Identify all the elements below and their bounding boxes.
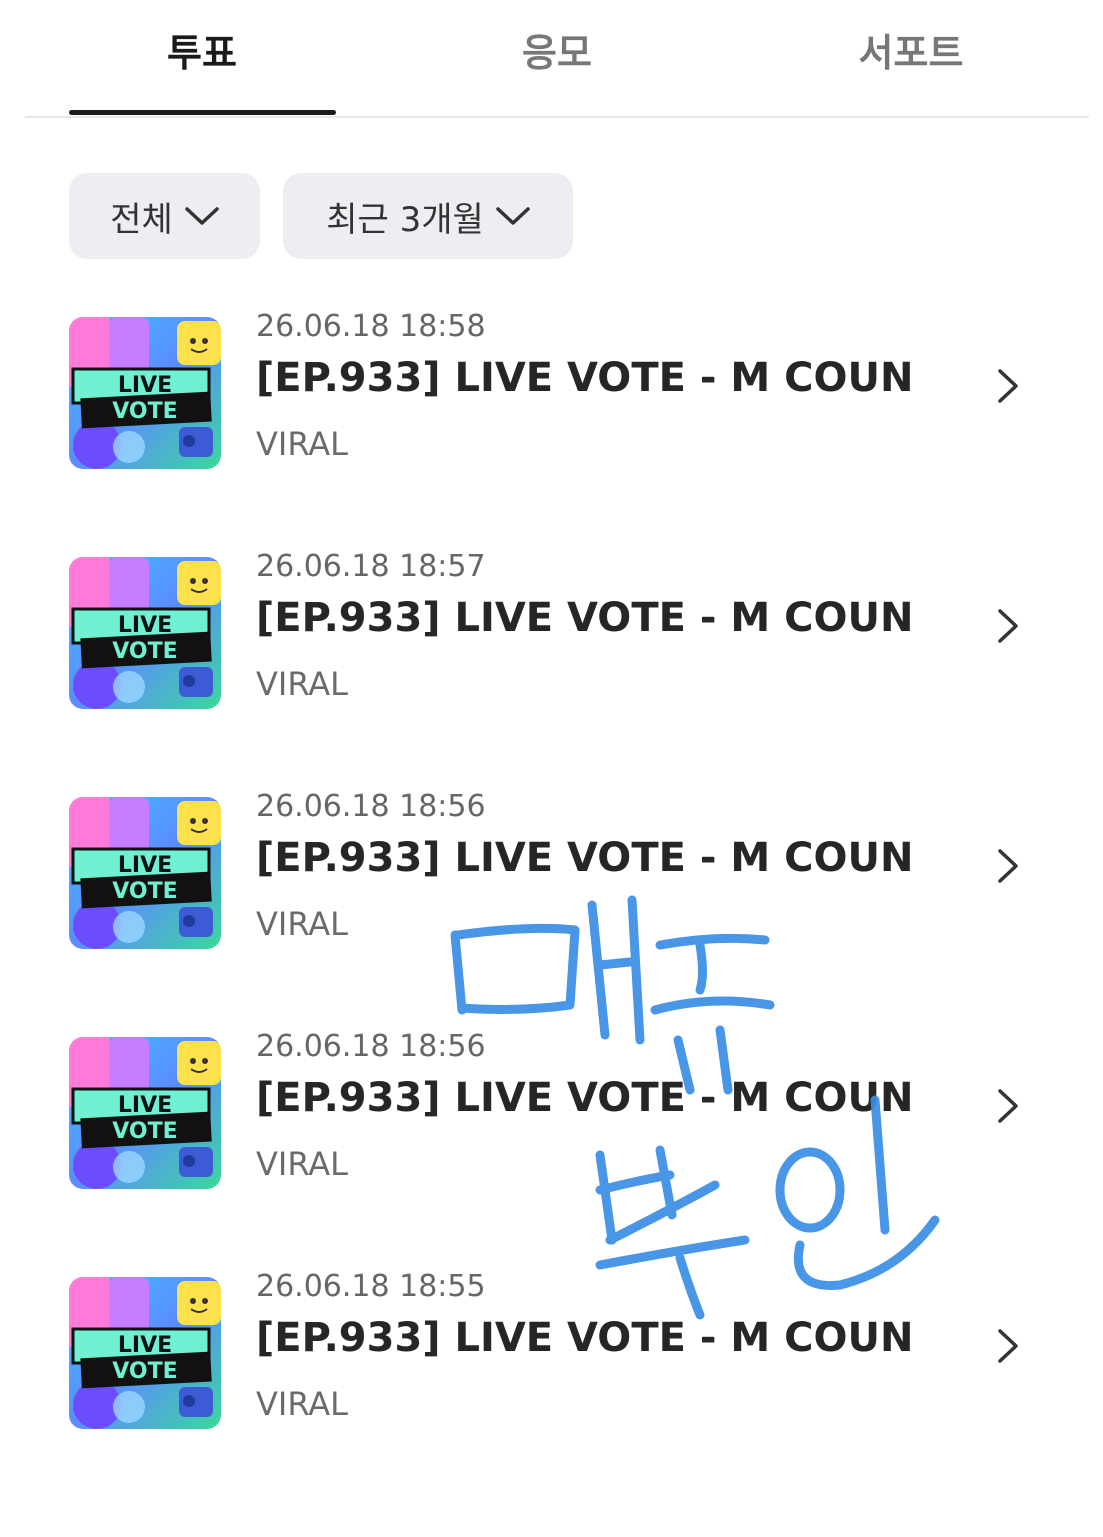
vote-thumbnail: LIVE VOTE [69, 317, 221, 469]
tab-apply[interactable]: 응모 [407, 22, 707, 77]
tab-divider [25, 116, 1089, 118]
item-title: [EP.933] LIVE VOTE - M COUN... [256, 835, 916, 881]
item-date: 26.06.18 18:57 [256, 549, 486, 584]
item-date: 26.06.18 18:56 [256, 1029, 486, 1064]
chevron-right-icon [998, 609, 1018, 643]
chevron-down-icon [496, 207, 530, 225]
period-filter-dropdown[interactable]: 최근 3개월 [283, 173, 573, 259]
list-item[interactable]: LIVE VOTE 26.06.18 18:58 [EP.933] LIVE V… [0, 309, 1103, 509]
svg-text:LIVE: LIVE [118, 373, 172, 398]
svg-text:VOTE: VOTE [112, 399, 177, 424]
item-date: 26.06.18 18:55 [256, 1269, 486, 1304]
vote-thumbnail: LIVE VOTE [69, 1037, 221, 1189]
vote-thumbnail: LIVE VOTE [69, 557, 221, 709]
item-date: 26.06.18 18:56 [256, 789, 486, 824]
chevron-down-icon [185, 207, 219, 225]
chevron-right-icon [998, 849, 1018, 883]
item-category: VIRAL [256, 905, 348, 943]
list-item[interactable]: LIVE VOTE 26.06.18 18:57 [EP.933] LIVE V… [0, 549, 1103, 749]
item-category: VIRAL [256, 1385, 348, 1423]
list-item[interactable]: LIVE VOTE 26.06.18 18:55 [EP.933] LIVE V… [0, 1269, 1103, 1469]
category-filter-dropdown[interactable]: 전체 [69, 173, 260, 259]
svg-text:LIVE: LIVE [118, 1333, 172, 1358]
chevron-right-icon [998, 369, 1018, 403]
tab-vote[interactable]: 투표 [52, 22, 352, 77]
svg-text:LIVE: LIVE [118, 1093, 172, 1118]
list-item[interactable]: LIVE VOTE 26.06.18 18:56 [EP.933] LIVE V… [0, 789, 1103, 989]
period-filter-label: 최근 3개월 [326, 199, 484, 240]
vote-thumbnail: LIVE VOTE [69, 797, 221, 949]
category-filter-label: 전체 [110, 199, 173, 240]
list-item[interactable]: LIVE VOTE 26.06.18 18:56 [EP.933] LIVE V… [0, 1029, 1103, 1229]
item-title: [EP.933] LIVE VOTE - M COUN... [256, 355, 916, 401]
item-category: VIRAL [256, 665, 348, 703]
svg-text:VOTE: VOTE [112, 1119, 177, 1144]
svg-text:VOTE: VOTE [112, 1359, 177, 1384]
chevron-right-icon [998, 1329, 1018, 1363]
svg-text:LIVE: LIVE [118, 853, 172, 878]
item-title: [EP.933] LIVE VOTE - M COUN... [256, 595, 916, 641]
active-tab-indicator [69, 110, 336, 115]
item-category: VIRAL [256, 1145, 348, 1183]
svg-text:LIVE: LIVE [118, 613, 172, 638]
vote-thumbnail: LIVE VOTE [69, 1277, 221, 1429]
tab-support[interactable]: 서포트 [761, 22, 1061, 77]
item-date: 26.06.18 18:58 [256, 309, 486, 344]
svg-text:VOTE: VOTE [112, 879, 177, 904]
chevron-right-icon [998, 1089, 1018, 1123]
item-category: VIRAL [256, 425, 348, 463]
svg-text:VOTE: VOTE [112, 639, 177, 664]
tab-bar: 투표 응모 서포트 [0, 0, 1103, 118]
item-title: [EP.933] LIVE VOTE - M COUN... [256, 1315, 916, 1361]
item-title: [EP.933] LIVE VOTE - M COUN... [256, 1075, 916, 1121]
